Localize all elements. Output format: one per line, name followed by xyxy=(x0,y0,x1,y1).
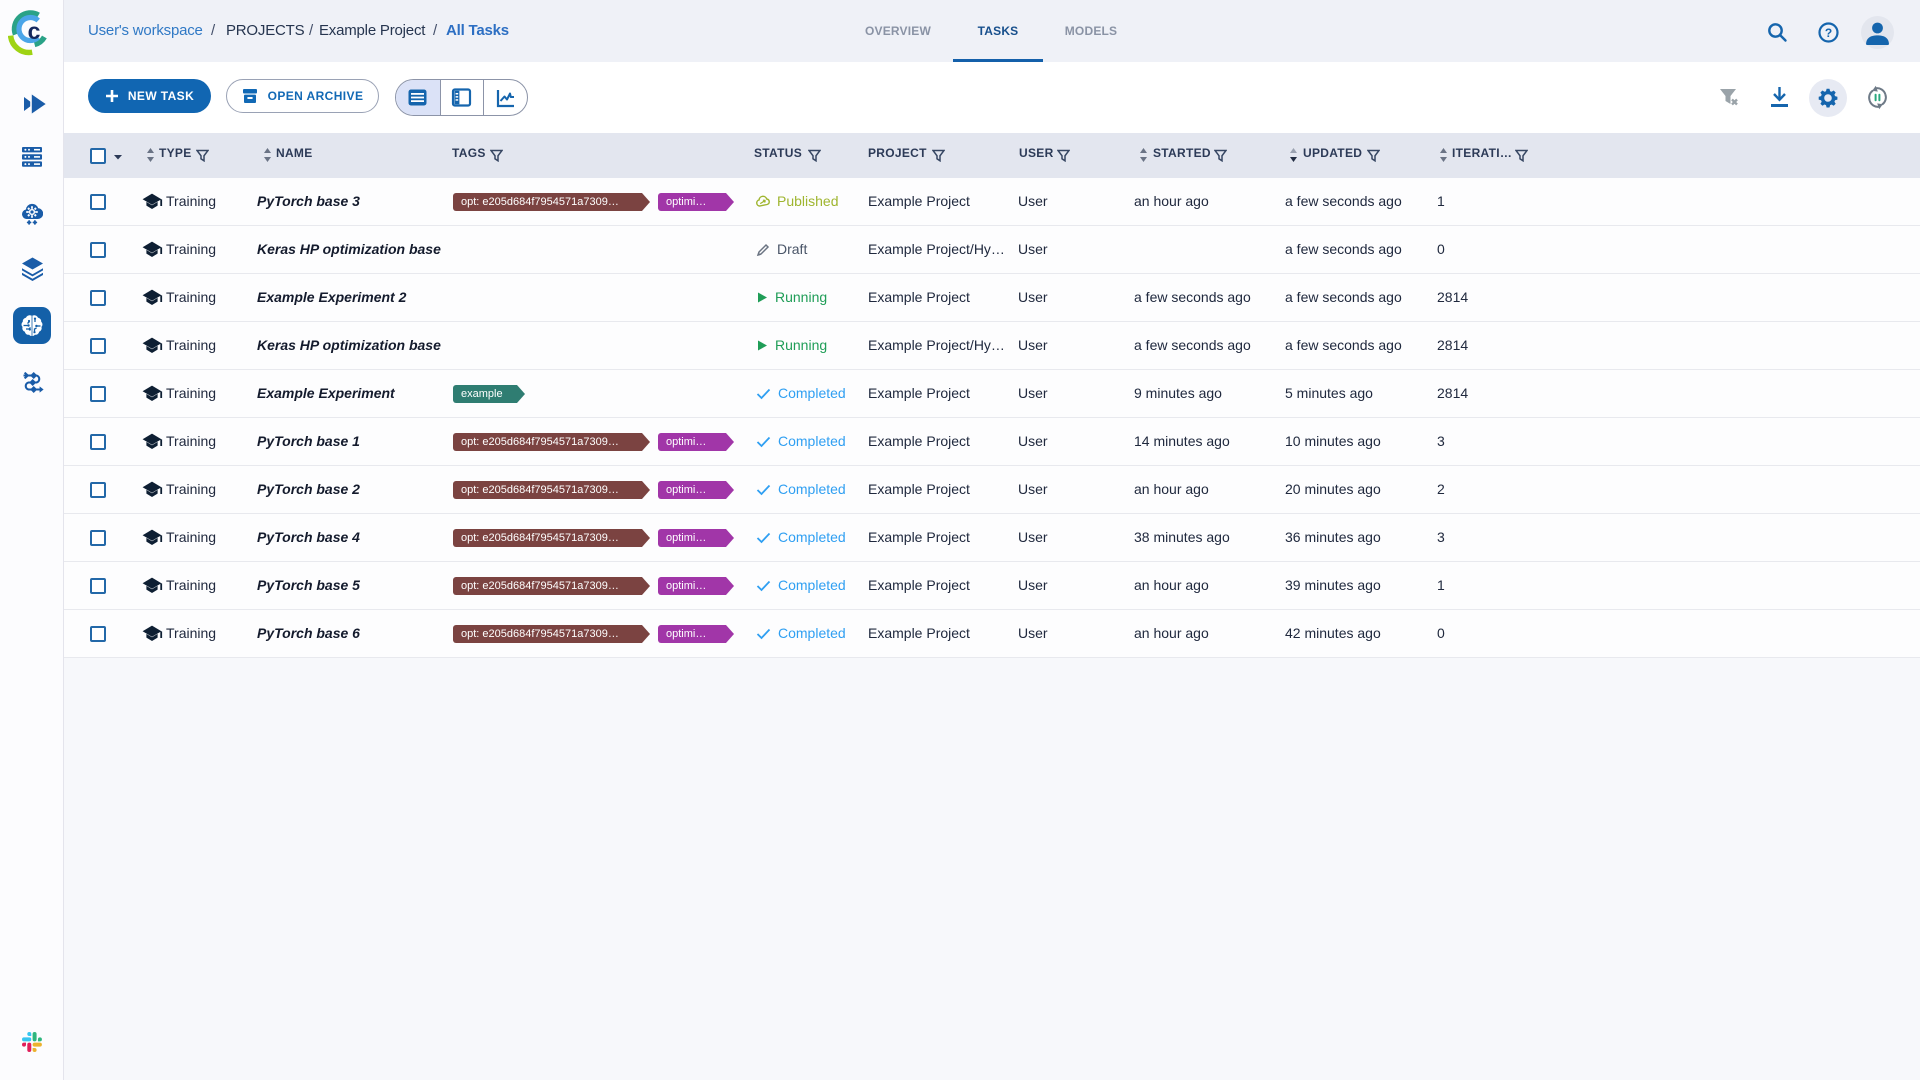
svg-text:?: ? xyxy=(1825,26,1832,40)
svg-text:c: c xyxy=(28,18,41,44)
